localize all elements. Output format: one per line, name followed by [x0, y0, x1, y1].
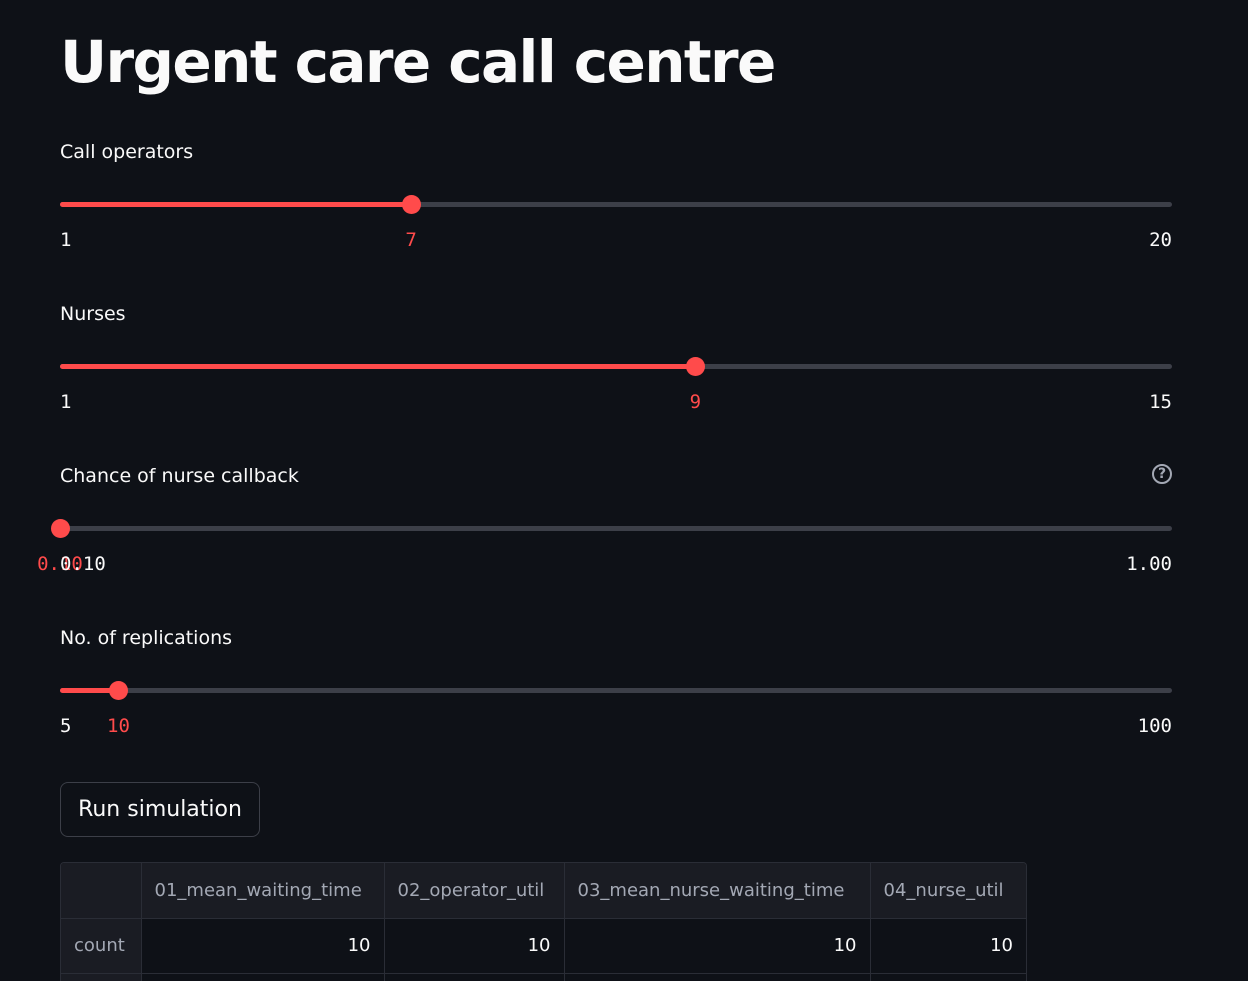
table-cell: 10	[564, 918, 871, 974]
table-cell	[870, 973, 1026, 981]
table-header-index[interactable]	[61, 863, 142, 919]
slider-call-operators: Call operators 7 1 20	[60, 140, 1172, 260]
slider-min-label: 0.10	[60, 553, 106, 575]
slider-track[interactable]: 0.10	[37, 519, 1172, 575]
slider-current-value: 7	[405, 229, 417, 251]
slider-replications: No. of replications 10 5 100	[60, 626, 1172, 746]
run-simulation-button[interactable]: Run simulation	[60, 782, 260, 837]
table-cell: 10	[870, 918, 1026, 974]
slider-max-label: 1.00	[1126, 553, 1172, 575]
app-page: Urgent care call centre Call operators 7…	[0, 0, 1248, 981]
results-table: 01_mean_waiting_time 02_operator_util 03…	[60, 862, 1027, 981]
slider-max-label: 20	[1149, 229, 1172, 251]
page-title: Urgent care call centre	[60, 28, 776, 96]
slider-track[interactable]: 7	[60, 195, 1172, 251]
slider-fill	[60, 364, 696, 369]
slider-track[interactable]: 9	[60, 357, 1172, 413]
slider-thumb[interactable]	[686, 357, 706, 376]
slider-label: Nurses	[60, 303, 126, 325]
slider-track[interactable]: 10	[60, 681, 1172, 737]
table-row	[61, 973, 1026, 981]
table-cell	[384, 973, 565, 981]
table-header-row: 01_mean_waiting_time 02_operator_util 03…	[61, 863, 1026, 919]
table-header-operator-util[interactable]: 02_operator_util	[384, 863, 565, 919]
table-row: count 10 10 10 10	[61, 918, 1026, 974]
table-row-label	[61, 973, 142, 981]
slider-nurses: Nurses 9 1 15	[60, 302, 1172, 422]
slider-current-value: 9	[689, 391, 702, 413]
help-circle-icon[interactable]: ?	[1152, 464, 1172, 484]
table-header-mean-nurse-waiting-time[interactable]: 03_mean_nurse_waiting_time	[564, 863, 871, 919]
slider-max-label: 15	[1149, 391, 1172, 413]
table-header-nurse-util[interactable]: 04_nurse_util	[870, 863, 1026, 919]
slider-current-value: 10	[107, 715, 130, 737]
slider-min-label: 1	[60, 229, 72, 251]
slider-thumb[interactable]	[51, 519, 70, 538]
slider-thumb[interactable]	[402, 195, 422, 214]
slider-label: No. of replications	[60, 627, 233, 649]
slider-nurse-callback-chance: Chance of nurse callback ? 0.10 0.10 1.0…	[37, 464, 1172, 584]
table-row-label: count	[61, 918, 142, 974]
slider-max-label: 100	[1137, 715, 1172, 737]
table-header-mean-waiting-time[interactable]: 01_mean_waiting_time	[141, 863, 385, 919]
slider-fill	[60, 202, 412, 207]
slider-min-label: 1	[60, 391, 72, 413]
slider-label: Call operators	[60, 141, 194, 163]
table-cell: 10	[141, 918, 385, 974]
slider-thumb[interactable]	[109, 681, 129, 700]
slider-label: Chance of nurse callback	[60, 465, 299, 487]
table-cell	[564, 973, 871, 981]
slider-min-label: 5	[60, 715, 72, 737]
table-cell	[141, 973, 385, 981]
table-cell: 10	[384, 918, 565, 974]
